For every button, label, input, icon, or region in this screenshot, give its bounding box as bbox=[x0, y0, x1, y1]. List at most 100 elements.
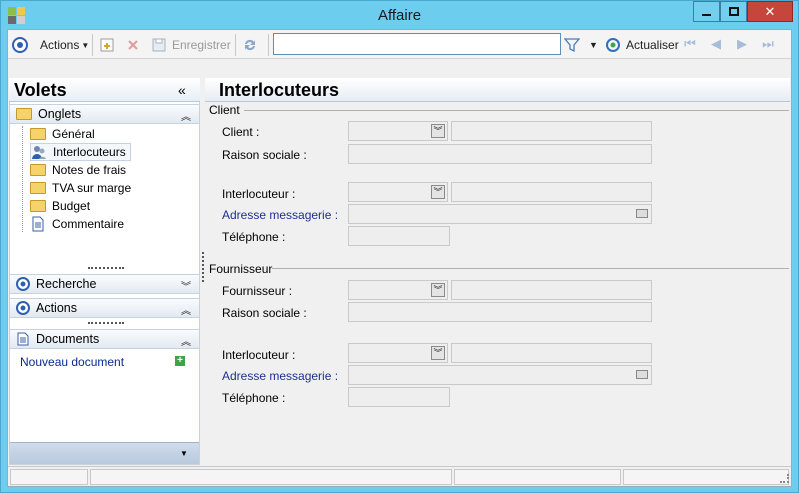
splitter-handle[interactable] bbox=[202, 252, 204, 282]
fournisseur-raison-field[interactable] bbox=[348, 302, 652, 322]
toolbar-separator bbox=[92, 34, 93, 56]
save-button[interactable]: Enregistrer bbox=[151, 35, 231, 55]
client-interlocuteur-label: Interlocuteur : bbox=[222, 187, 296, 201]
client-interlocuteur-name-field[interactable] bbox=[451, 182, 652, 202]
mail-icon[interactable] bbox=[636, 209, 648, 218]
fournisseur-phone-label: Téléphone : bbox=[222, 391, 286, 405]
client-label: Client : bbox=[222, 125, 260, 139]
client-raison-label: Raison sociale : bbox=[222, 148, 307, 162]
resize-grip-icon[interactable] bbox=[780, 474, 789, 483]
filter-dropdown-icon[interactable]: ▼ bbox=[589, 35, 598, 55]
last-record-icon[interactable]: ⏭ bbox=[760, 36, 776, 52]
folder-icon bbox=[30, 200, 46, 212]
maximize-icon bbox=[728, 7, 739, 16]
target-icon[interactable] bbox=[12, 35, 28, 55]
dropdown-arrow-icon[interactable]: ▼ bbox=[180, 449, 188, 458]
status-panel bbox=[90, 469, 452, 485]
splitter-handle[interactable] bbox=[88, 322, 124, 324]
tab-commentaire[interactable]: Commentaire bbox=[30, 215, 124, 233]
fournisseur-code-combo[interactable]: ︾ bbox=[348, 280, 448, 300]
minimize-icon bbox=[702, 13, 711, 16]
window-title: Affaire bbox=[377, 7, 422, 24]
contacts-icon bbox=[32, 146, 46, 159]
status-panel bbox=[10, 469, 88, 485]
client-code-combo[interactable]: ︾ bbox=[348, 121, 448, 141]
fournisseur-name-field[interactable] bbox=[451, 280, 652, 300]
refresh-icon bbox=[606, 38, 620, 52]
group-client-label: Client bbox=[209, 103, 240, 117]
folder-icon bbox=[16, 108, 32, 120]
status-panel bbox=[623, 469, 789, 485]
document-icon bbox=[17, 332, 29, 346]
target-icon bbox=[16, 301, 30, 315]
group-divider bbox=[244, 110, 789, 111]
client-email-field[interactable] bbox=[348, 204, 652, 224]
filter-icon[interactable] bbox=[564, 35, 580, 55]
fournisseur-interlocuteur-label: Interlocuteur : bbox=[222, 348, 296, 362]
client-name-field[interactable] bbox=[451, 121, 652, 141]
fournisseur-email-label[interactable]: Adresse messagerie : bbox=[222, 369, 338, 383]
save-icon bbox=[152, 38, 166, 52]
fournisseur-interlocuteur-combo[interactable]: ︾ bbox=[348, 343, 448, 363]
expand-chevron-icon: ︾ bbox=[181, 282, 191, 293]
add-icon[interactable]: + bbox=[175, 356, 185, 366]
section-actions[interactable]: Actions ︽ bbox=[10, 298, 199, 318]
toolbar-separator bbox=[268, 34, 269, 56]
combo-dropdown-icon[interactable]: ︾ bbox=[431, 346, 445, 360]
fournisseur-interlocuteur-name-field[interactable] bbox=[451, 343, 652, 363]
tab-budget[interactable]: Budget bbox=[30, 197, 90, 215]
client-phone-field[interactable] bbox=[348, 226, 450, 246]
refresh-button[interactable]: Actualiser bbox=[605, 35, 679, 55]
fournisseur-phone-field[interactable] bbox=[348, 387, 450, 407]
delete-icon[interactable] bbox=[125, 35, 141, 55]
collapse-chevron-icon: ︽ bbox=[181, 306, 191, 317]
group-divider bbox=[272, 268, 789, 269]
page-title: Interlocuteurs bbox=[219, 80, 340, 100]
client-raison-field[interactable] bbox=[348, 144, 652, 164]
section-onglets[interactable]: Onglets ︽ bbox=[10, 104, 199, 124]
next-record-icon[interactable]: ▶ bbox=[734, 36, 750, 52]
group-fournisseur-label: Fournisseur bbox=[209, 262, 273, 276]
collapse-chevron-icon: ︽ bbox=[181, 112, 191, 123]
collapse-panel-icon[interactable]: « bbox=[178, 82, 186, 98]
splitter-handle[interactable] bbox=[88, 267, 124, 269]
first-record-icon[interactable]: ⏮ bbox=[682, 36, 698, 52]
collapse-chevron-icon: ︽ bbox=[181, 337, 191, 348]
maximize-button[interactable] bbox=[720, 1, 747, 22]
section-recherche[interactable]: Recherche ︾ bbox=[10, 274, 199, 294]
folder-icon bbox=[30, 164, 46, 176]
close-button[interactable]: ✕ bbox=[747, 1, 793, 22]
minimize-button[interactable] bbox=[693, 1, 720, 22]
side-panel-title: Volets bbox=[14, 80, 67, 100]
fournisseur-raison-label: Raison sociale : bbox=[222, 306, 307, 320]
client-interlocuteur-combo[interactable]: ︾ bbox=[348, 182, 448, 202]
document-icon bbox=[32, 216, 44, 232]
combo-dropdown-icon[interactable]: ︾ bbox=[431, 124, 445, 138]
combo-dropdown-icon[interactable]: ︾ bbox=[431, 185, 445, 199]
target-icon bbox=[16, 277, 30, 291]
previous-record-icon[interactable]: ◀ bbox=[708, 36, 724, 52]
client-email-label[interactable]: Adresse messagerie : bbox=[222, 208, 338, 222]
fournisseur-email-field[interactable] bbox=[348, 365, 652, 385]
actions-menu-button[interactable]: Actions ▼ bbox=[40, 35, 89, 55]
folder-icon bbox=[30, 182, 46, 194]
mail-icon[interactable] bbox=[636, 370, 648, 379]
new-document-link[interactable]: Nouveau document bbox=[20, 355, 124, 369]
tree-line bbox=[22, 126, 23, 232]
tab-notes-de-frais[interactable]: Notes de frais bbox=[30, 161, 126, 179]
tab-tva-sur-marge[interactable]: TVA sur marge bbox=[30, 179, 131, 197]
close-icon: ✕ bbox=[764, 3, 776, 19]
tab-interlocuteurs[interactable]: Interlocuteurs bbox=[30, 143, 131, 161]
new-record-icon[interactable] bbox=[99, 35, 115, 55]
search-input[interactable] bbox=[273, 33, 561, 55]
section-documents[interactable]: Documents ︽ bbox=[10, 329, 199, 349]
dropdown-arrow-icon: ▼ bbox=[81, 40, 90, 50]
folder-icon bbox=[30, 128, 46, 140]
status-panel bbox=[454, 469, 621, 485]
client-phone-label: Téléphone : bbox=[222, 230, 286, 244]
toolbar-separator bbox=[235, 34, 236, 56]
sync-icon[interactable] bbox=[242, 35, 258, 55]
tab-general[interactable]: Général bbox=[30, 125, 95, 143]
side-panel-footer[interactable] bbox=[10, 442, 199, 464]
combo-dropdown-icon[interactable]: ︾ bbox=[431, 283, 445, 297]
